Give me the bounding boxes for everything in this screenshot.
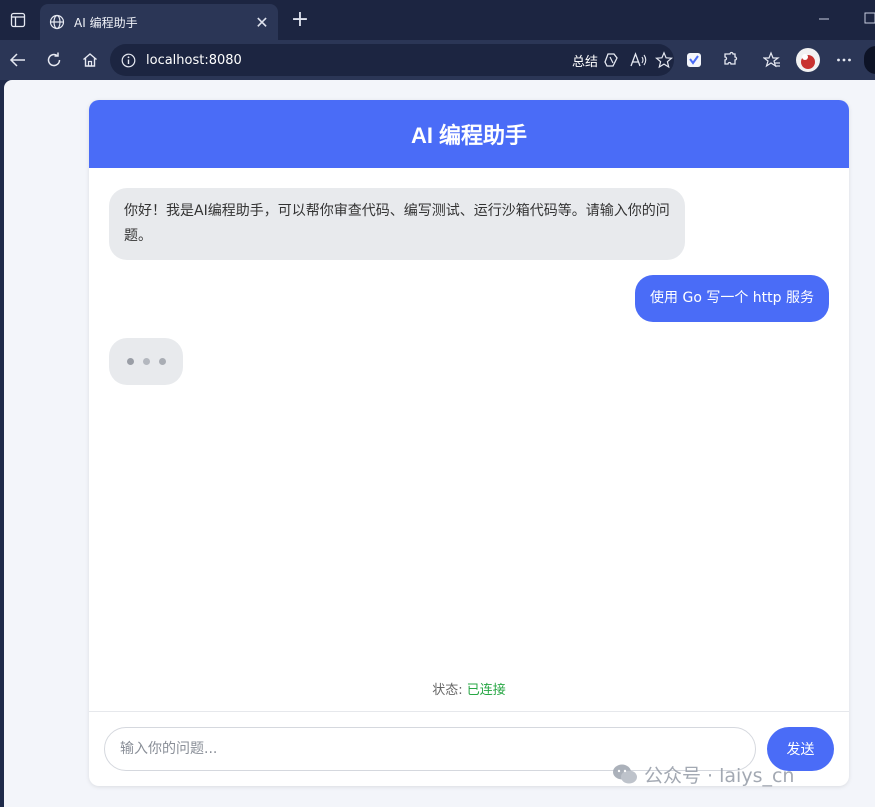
message-list: 你好！我是AI编程助手，可以帮你审查代码、编写测试、运行沙箱代码等。请输入你的问… — [89, 168, 849, 638]
watermark-text: 公众号 · laiys_cn — [644, 764, 795, 787]
url-text[interactable]: localhost:8080 — [146, 53, 572, 68]
back-icon[interactable] — [8, 50, 28, 70]
connection-status: 状态: 已连接 — [89, 679, 849, 698]
copilot-icon[interactable] — [864, 46, 875, 74]
watermark: 公众号 · laiys_cn — [612, 760, 794, 788]
home-icon[interactable] — [80, 50, 100, 70]
browser-tab-active[interactable]: AI 编程助手 ✕ — [40, 4, 278, 40]
typing-indicator — [109, 338, 183, 385]
extension-bookmark-icon[interactable] — [684, 50, 704, 70]
chat-container: AI 编程助手 你好！我是AI编程助手，可以帮你审查代码、编写测试、运行沙箱代码… — [89, 100, 849, 786]
browser-tab-bar: AI 编程助手 ✕ + — [0, 0, 875, 40]
refresh-icon[interactable] — [44, 50, 64, 70]
copilot-summary-icon[interactable] — [602, 50, 622, 70]
tab-actions-icon[interactable] — [8, 10, 28, 30]
page-viewport: AI 编程助手 你好！我是AI编程助手，可以帮你审查代码、编写测试、运行沙箱代码… — [4, 80, 875, 807]
address-bar[interactable]: localhost:8080 总结 — [110, 44, 674, 76]
site-info-icon[interactable] — [120, 52, 136, 68]
typing-dot — [158, 358, 166, 365]
globe-icon — [48, 13, 66, 31]
add-favorite-icon[interactable] — [654, 50, 674, 70]
avatar[interactable] — [796, 48, 820, 72]
assistant-message: 你好！我是AI编程助手，可以帮你审查代码、编写测试、运行沙箱代码等。请输入你的问… — [109, 188, 685, 260]
summary-label[interactable]: 总结 — [572, 51, 598, 70]
tab-title: AI 编程助手 — [74, 15, 138, 30]
status-label: 状态: — [432, 683, 467, 698]
page-title: AI 编程助手 — [410, 123, 528, 148]
typing-dot — [126, 358, 134, 365]
favorites-icon[interactable] — [762, 50, 782, 70]
read-aloud-icon[interactable] — [628, 50, 648, 70]
new-tab-icon[interactable]: + — [289, 9, 311, 31]
status-badge: 已连接 — [466, 683, 506, 698]
close-icon[interactable]: ✕ — [252, 12, 272, 32]
extensions-icon[interactable] — [720, 50, 740, 70]
maximize-icon[interactable] — [860, 12, 875, 27]
wechat-icon — [613, 764, 637, 784]
minimize-icon[interactable] — [815, 10, 833, 28]
user-message: 使用 Go 写一个 http 服务 — [635, 275, 829, 322]
typing-dot — [142, 358, 150, 365]
more-icon[interactable] — [834, 50, 854, 70]
chat-header: AI 编程助手 — [89, 100, 849, 168]
